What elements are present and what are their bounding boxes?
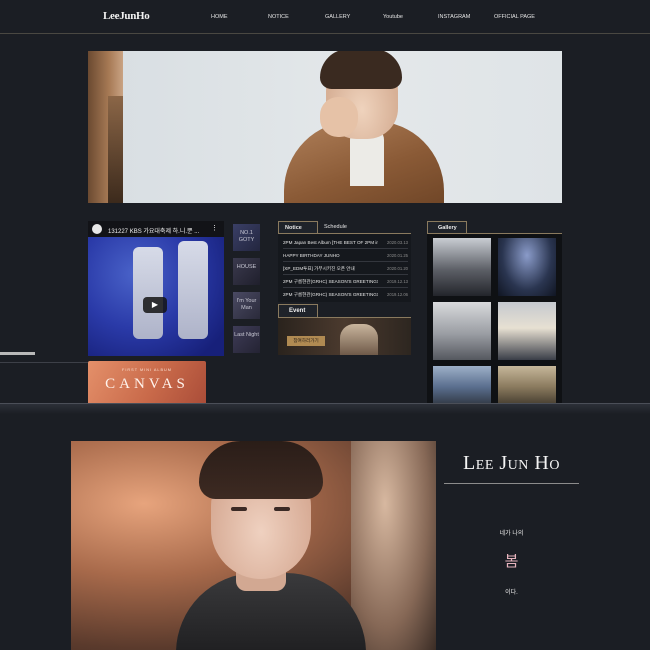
gallery-photo[interactable] bbox=[498, 238, 556, 296]
album-thumb-last-night[interactable]: Last Night bbox=[233, 326, 260, 353]
more-options-icon[interactable]: ⋮ bbox=[211, 224, 218, 232]
list-item[interactable]: 2PM Japan Best Album [THE BEST OF 2PM in… bbox=[283, 237, 408, 249]
notice-title: [XP_EDM투표] 가부시키진 오픈 안내 bbox=[283, 266, 355, 271]
notice-date: 2020.01.25 bbox=[387, 253, 408, 258]
gallery-photo[interactable] bbox=[433, 238, 491, 296]
notice-date: 2020.03.13 bbox=[387, 240, 408, 245]
nav-instagram[interactable]: INSTAGRAM bbox=[438, 14, 470, 20]
profile-portrait bbox=[71, 441, 436, 650]
tab-schedule[interactable]: Schedule bbox=[318, 221, 358, 233]
video-header: 131227 KBS 가요대축제 하.니.뿐 ... ⋮ bbox=[88, 221, 224, 237]
album-thumb-house[interactable]: HOUSE bbox=[233, 258, 260, 285]
album-thumb-im-your-man[interactable]: I'm Your Man bbox=[233, 292, 260, 319]
list-item[interactable]: 2PM 구름현관(GRHC) SEASON'S GREETINGS 20... … bbox=[283, 276, 408, 288]
notice-date: 2019.12.06 bbox=[387, 292, 408, 297]
nav-notice[interactable]: NOTICE bbox=[268, 14, 289, 20]
event-heading: Event bbox=[278, 304, 318, 317]
banner-title: CANVAS bbox=[105, 376, 189, 392]
channel-avatar[interactable] bbox=[92, 224, 102, 234]
gallery-heading: Gallery bbox=[427, 221, 467, 233]
notice-title: HAPPY BIRTHDAY JUNHO bbox=[283, 253, 340, 258]
site-logo[interactable]: LeeJunHo bbox=[103, 10, 150, 22]
portrait-eye bbox=[274, 507, 290, 511]
video-title[interactable]: 131227 KBS 가요대축제 하.니.뿐 ... bbox=[108, 226, 199, 235]
video-progress-bar[interactable] bbox=[0, 352, 35, 355]
divider bbox=[0, 362, 88, 363]
header: LeeJunHo HOME NOTICE GALLERY Youtube INS… bbox=[0, 0, 650, 34]
tagline-line-3: 이다. bbox=[505, 590, 518, 596]
album-label: Last Night bbox=[234, 332, 259, 338]
notice-title: 2PM Japan Best Album [THE BEST OF 2PM in… bbox=[283, 240, 378, 245]
list-item[interactable]: [XP_EDM투표] 가부시키진 오픈 안내 2020.01.20 bbox=[283, 263, 408, 275]
tagline-highlight: 봄 bbox=[504, 553, 519, 570]
hero-prev-slide[interactable] bbox=[88, 51, 123, 203]
hero-photo-hand bbox=[320, 97, 358, 137]
nav-home[interactable]: HOME bbox=[211, 14, 228, 20]
page: LeeJunHo HOME NOTICE GALLERY Youtube INS… bbox=[0, 0, 650, 650]
youtube-video-player[interactable]: 131227 KBS 가요대축제 하.니.뿐 ... ⋮ ▶ bbox=[88, 221, 224, 356]
gallery-photo[interactable] bbox=[433, 366, 491, 408]
notice-date: 2019.12.13 bbox=[387, 279, 408, 284]
tab-notice[interactable]: Notice bbox=[278, 221, 318, 233]
nav-gallery[interactable]: GALLERY bbox=[325, 14, 350, 20]
tagline-line-1: 네가 나의 bbox=[499, 531, 524, 537]
video-dancer bbox=[178, 241, 208, 339]
notice-title: 2PM 구름현관(GRHC) SEASON'S GREETINGS 20... bbox=[283, 279, 378, 284]
gallery-photo[interactable] bbox=[498, 366, 556, 408]
gallery-photo[interactable] bbox=[433, 302, 491, 360]
divider bbox=[444, 483, 579, 484]
notice-date: 2020.01.20 bbox=[387, 266, 408, 271]
album-label: NO.1 GOTY bbox=[238, 230, 255, 243]
join-event-button[interactable]: 참여하러가기 bbox=[287, 336, 325, 346]
event-banner[interactable]: 참여하러가기 bbox=[278, 317, 411, 355]
portrait-hair bbox=[199, 441, 323, 499]
album-thumb-goty[interactable]: NO.1 GOTY bbox=[233, 224, 260, 251]
banner-subtitle: FIRST MINI ALBUM bbox=[122, 368, 172, 372]
album-label: HOUSE bbox=[236, 264, 257, 270]
list-item[interactable]: HAPPY BIRTHDAY JUNHO 2020.01.25 bbox=[283, 250, 408, 262]
video-thumbnail[interactable]: ▶ bbox=[88, 237, 224, 356]
gallery-grid bbox=[427, 233, 562, 408]
profile-name: Lee Jun Ho bbox=[463, 452, 560, 474]
play-icon[interactable]: ▶ bbox=[143, 297, 167, 313]
portrait-eye bbox=[231, 507, 247, 511]
notice-title: 2PM 구름현관(GRHC) SEASON'S GREETINGS 2020..… bbox=[283, 292, 378, 297]
hero-photo-hair bbox=[320, 51, 402, 89]
notice-list: 2PM Japan Best Album [THE BEST OF 2PM in… bbox=[278, 233, 411, 302]
video-dancer bbox=[133, 247, 163, 339]
gallery-photo[interactable] bbox=[498, 302, 556, 360]
section-divider bbox=[0, 404, 650, 414]
album-label: I'm Your Man bbox=[236, 298, 257, 311]
nav-youtube[interactable]: Youtube bbox=[383, 14, 403, 20]
portrait-background bbox=[351, 441, 436, 650]
hero-banner bbox=[88, 51, 562, 203]
nav-official-page[interactable]: OFFICIAL PAGE bbox=[494, 14, 535, 20]
event-photo bbox=[340, 324, 378, 355]
canvas-album-banner[interactable]: FIRST MINI ALBUM CANVAS bbox=[88, 361, 206, 407]
list-item[interactable]: 2PM 구름현관(GRHC) SEASON'S GREETINGS 2020..… bbox=[283, 289, 408, 301]
